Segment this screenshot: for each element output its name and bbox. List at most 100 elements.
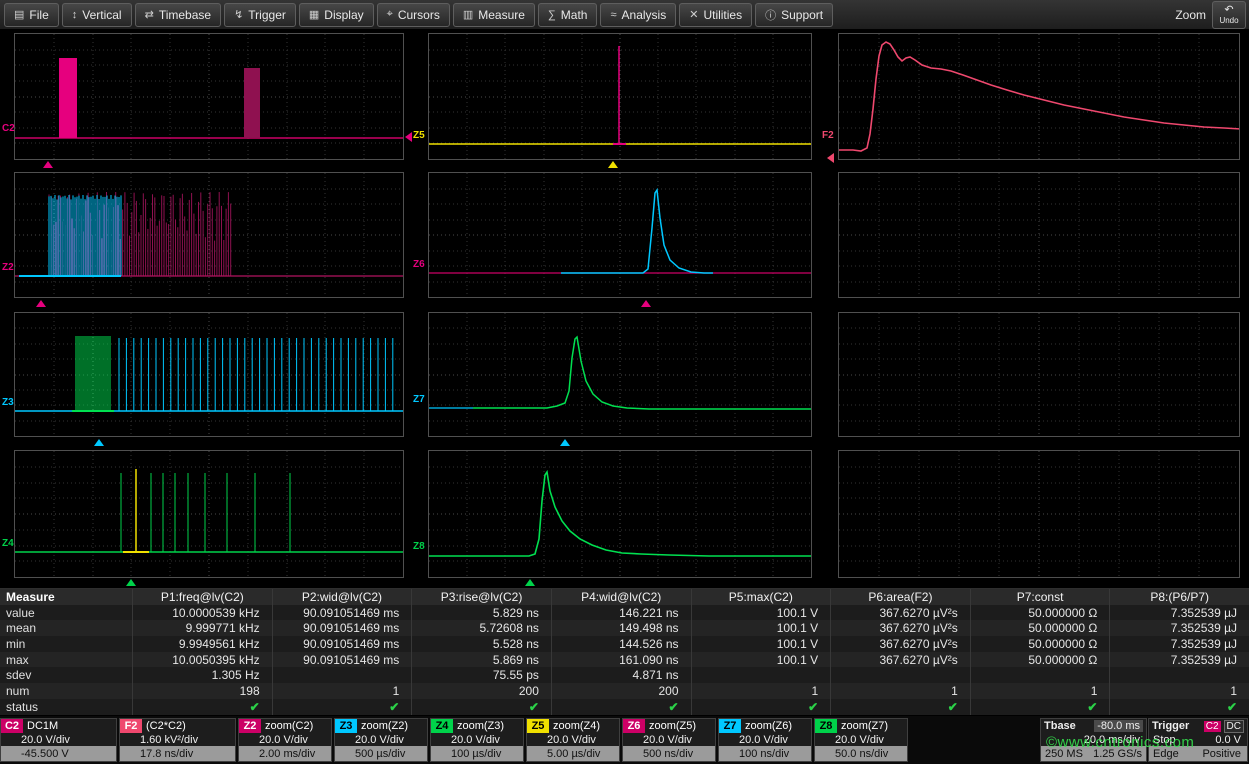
waveform-z6 [429, 173, 811, 297]
descriptor-vdiv: 20.0 V/div [623, 733, 715, 746]
measure-status-p3: ✔ [411, 699, 551, 715]
graticule-empty[interactable] [838, 172, 1240, 298]
descriptor-source: zoom(Z2) [357, 720, 408, 732]
measure-header-p1[interactable]: P1:freq@lv(C2) [132, 589, 272, 605]
descriptor-z2[interactable]: Z2zoom(C2)20.0 V/div2.00 ms/div [238, 718, 332, 762]
graticule-empty[interactable] [838, 450, 1240, 578]
measure-rowlabel-status: status [0, 699, 132, 715]
measure-value-p4: 146.221 ns [551, 605, 691, 621]
waveform-z3 [15, 313, 403, 436]
measure-title: Measure [0, 589, 132, 605]
descriptor-z7[interactable]: Z7zoom(Z6)20.0 V/div100 ns/div [718, 718, 812, 762]
descriptor-z8[interactable]: Z8zoom(Z7)20.0 V/div50.0 ns/div [814, 718, 908, 762]
graticule-z4[interactable] [14, 450, 404, 578]
measure-status-p8: ✔ [1109, 699, 1249, 715]
waveform-z4 [15, 451, 403, 577]
graticule-z7[interactable] [428, 312, 812, 437]
graticule-f2[interactable] [838, 33, 1240, 160]
zoom-position-marker[interactable] [94, 439, 104, 446]
waveform-z2 [15, 173, 403, 297]
channel-label-f2: F2 [822, 130, 834, 141]
measure-min-p7: 50.000000 Ω [970, 636, 1110, 652]
measure-rowlabel-sdev: sdev [0, 667, 132, 683]
measure-num-p7: 1 [970, 683, 1110, 699]
descriptor-z6[interactable]: Z6zoom(Z5)20.0 V/div500 ns/div [622, 718, 716, 762]
measure-mean-p4: 149.498 ns [551, 620, 691, 636]
descriptor-z5[interactable]: Z5zoom(Z4)20.0 V/div5.00 µs/div [526, 718, 620, 762]
descriptor-tdiv: 5.00 µs/div [527, 746, 619, 761]
waveform-f2 [839, 34, 1239, 159]
measure-min-p6: 367.6270 µV²s [830, 636, 970, 652]
channel-label-z5: Z5 [413, 130, 425, 141]
measure-rowlabel-max: max [0, 652, 132, 668]
descriptor-c2[interactable]: C2DC1M20.0 V/div-45.500 V [0, 718, 117, 762]
measure-header-p6[interactable]: P6:area(F2) [830, 589, 970, 605]
measure-status-p7: ✔ [970, 699, 1110, 715]
measure-num-p1: 198 [132, 683, 272, 699]
measure-sdev-p7 [970, 667, 1110, 683]
measure-mean-p5: 100.1 V [691, 620, 831, 636]
zoom-position-marker[interactable] [43, 161, 53, 168]
descriptor-source: DC1M [23, 720, 58, 732]
waveform-c2 [15, 34, 403, 159]
measure-max-p3: 5.869 ns [411, 652, 551, 668]
descriptor-tdiv: 2.00 ms/div [239, 746, 331, 761]
descriptor-z3[interactable]: Z3zoom(Z2)20.0 V/div500 µs/div [334, 718, 428, 762]
graticule-empty[interactable] [838, 312, 1240, 437]
measure-header-p5[interactable]: P5:max(C2) [691, 589, 831, 605]
graticule-z3[interactable] [14, 312, 404, 437]
measure-max-p8: 7.352539 µJ [1109, 652, 1249, 668]
measure-header-p2[interactable]: P2:wid@lv(C2) [272, 589, 412, 605]
measure-header-p3[interactable]: P3:rise@lv(C2) [411, 589, 551, 605]
descriptor-tdiv: 100 µs/div [431, 746, 523, 761]
graticule-z5[interactable] [428, 33, 812, 160]
zoom-position-marker[interactable] [525, 579, 535, 586]
measure-max-p2: 90.091051469 ms [272, 652, 412, 668]
measure-num-p2: 1 [272, 683, 412, 699]
trigger-coupling-chip: DC [1224, 720, 1244, 733]
descriptor-source: zoom(C2) [261, 720, 313, 732]
trigger-slope: Positive [1202, 748, 1241, 760]
measure-sdev-p2 [272, 667, 412, 683]
graticule-c2[interactable] [14, 33, 404, 160]
descriptor-source: zoom(Z5) [645, 720, 696, 732]
waveform-z8 [429, 451, 811, 577]
zoom-position-marker[interactable] [36, 300, 46, 307]
descriptor-f2[interactable]: F2(C2*C2)1.60 kV²/div17.8 ns/div [119, 718, 236, 762]
graticule-z8[interactable] [428, 450, 812, 578]
measure-max-p7: 50.000000 Ω [970, 652, 1110, 668]
descriptor-tab-z3: Z3 [335, 719, 357, 733]
measure-min-p3: 5.528 ns [411, 636, 551, 652]
measure-header-p4[interactable]: P4:wid@lv(C2) [551, 589, 691, 605]
level-marker[interactable] [405, 132, 412, 142]
measure-mean-p1: 9.999771 kHz [132, 620, 272, 636]
zoom-position-marker[interactable] [126, 579, 136, 586]
measure-value-p2: 90.091051469 ms [272, 605, 412, 621]
measure-header-p7[interactable]: P7:const [970, 589, 1110, 605]
measure-sdev-p1: 1.305 Hz [132, 667, 272, 683]
graticule-z6[interactable] [428, 172, 812, 298]
descriptor-vdiv: 20.0 V/div [239, 733, 331, 746]
descriptor-tab-z5: Z5 [527, 719, 549, 733]
level-marker[interactable] [827, 153, 834, 163]
graticule-z2[interactable] [14, 172, 404, 298]
measure-header-p8[interactable]: P8:(P6/P7) [1109, 589, 1249, 605]
waveform-z7 [429, 313, 811, 436]
zoom-position-marker[interactable] [560, 439, 570, 446]
channel-label-z4: Z4 [2, 538, 14, 549]
channel-label-z3: Z3 [2, 397, 14, 408]
descriptor-vdiv: 20.0 V/div [1, 733, 116, 746]
descriptor-tab-z8: Z8 [815, 719, 837, 733]
measure-status-p2: ✔ [272, 699, 412, 715]
measure-mean-p3: 5.72608 ns [411, 620, 551, 636]
descriptor-tab-f2: F2 [120, 719, 142, 733]
channel-label-z8: Z8 [413, 541, 425, 552]
measure-num-p3: 200 [411, 683, 551, 699]
zoom-position-marker[interactable] [608, 161, 618, 168]
measure-max-p6: 367.6270 µV²s [830, 652, 970, 668]
descriptor-tdiv: -45.500 V [1, 746, 116, 761]
descriptor-z4[interactable]: Z4zoom(Z3)20.0 V/div100 µs/div [430, 718, 524, 762]
zoom-position-marker[interactable] [641, 300, 651, 307]
descriptor-vdiv: 20.0 V/div [527, 733, 619, 746]
tbase-offset[interactable]: -80.0 ms [1094, 720, 1143, 732]
